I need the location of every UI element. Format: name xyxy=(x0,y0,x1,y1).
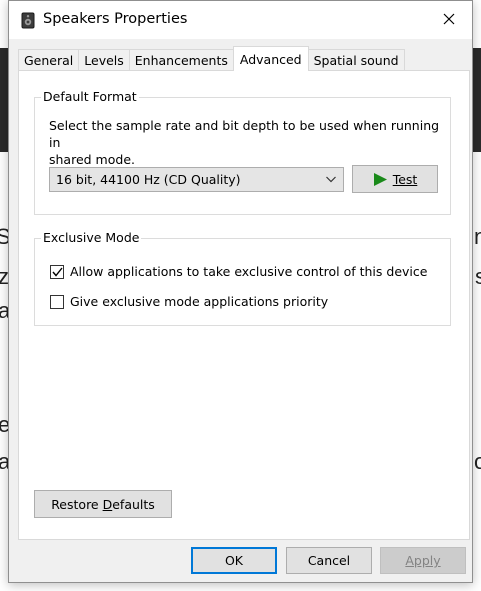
checkbox-label: Give exclusive mode applications priorit… xyxy=(70,294,329,309)
speaker-icon xyxy=(21,12,35,29)
default-format-description: Select the sample rate and bit depth to … xyxy=(49,117,450,168)
background-text-fragment: s xyxy=(475,264,481,289)
chevron-down-icon xyxy=(325,172,337,189)
tab-enhancements[interactable]: Enhancements xyxy=(128,49,234,71)
ok-button[interactable]: OK xyxy=(191,547,277,574)
advanced-tab-panel: Default Format Select the sample rate an… xyxy=(18,70,470,540)
default-format-group: Default Format Select the sample rate an… xyxy=(34,89,451,215)
apply-button-label: Apply xyxy=(405,553,441,568)
allow-exclusive-control-checkbox[interactable]: Allow applications to take exclusive con… xyxy=(50,264,427,279)
cancel-button-label: Cancel xyxy=(307,553,351,568)
tab-general[interactable]: General xyxy=(18,49,80,71)
default-format-heading: Default Format xyxy=(41,89,139,104)
restore-defaults-button[interactable]: Restore Defaults xyxy=(34,490,172,518)
close-icon xyxy=(443,13,455,28)
ok-button-label: OK xyxy=(224,553,244,568)
description-line: Select the sample rate and bit depth to … xyxy=(49,118,440,150)
background-text-fragment: o xyxy=(474,449,481,474)
checkbox-label: Allow applications to take exclusive con… xyxy=(70,264,428,279)
restore-defaults-label-pre: Restore xyxy=(51,496,103,512)
cancel-button[interactable]: Cancel xyxy=(286,547,372,574)
test-button[interactable]: Test xyxy=(352,165,438,193)
checkbox-box[interactable] xyxy=(50,294,64,309)
window-title: Speakers Properties xyxy=(43,11,188,27)
exclusive-priority-checkbox[interactable]: Give exclusive mode applications priorit… xyxy=(50,294,328,309)
apply-button[interactable]: Apply xyxy=(380,547,466,574)
restore-defaults-label-accel: D xyxy=(102,496,113,512)
checkmark-icon xyxy=(51,267,63,277)
title-bar[interactable]: Speakers Properties xyxy=(9,1,472,39)
tab-advanced[interactable]: Advanced xyxy=(232,46,309,71)
background-dark-band-right xyxy=(472,48,481,152)
tab-levels[interactable]: Levels xyxy=(78,49,130,71)
play-icon xyxy=(373,172,388,187)
restore-defaults-label-post: efaults xyxy=(112,496,155,512)
sample-format-value: 16 bit, 44100 Hz (CD Quality) xyxy=(56,172,241,187)
close-button[interactable] xyxy=(426,1,472,39)
tab-spatial-sound[interactable]: Spatial sound xyxy=(307,49,405,71)
test-button-label: Test xyxy=(392,171,418,187)
background-text-fragment: nb xyxy=(474,224,481,249)
exclusive-mode-group: Exclusive Mode Allow applications to tak… xyxy=(34,230,451,326)
sample-format-select[interactable]: 16 bit, 44100 Hz (CD Quality) xyxy=(49,167,344,192)
speakers-properties-dialog: Speakers Properties General Levels Enhan… xyxy=(8,0,473,583)
checkbox-box[interactable] xyxy=(50,264,64,279)
exclusive-mode-heading: Exclusive Mode xyxy=(41,230,142,245)
tab-strip: General Levels Enhancements Advanced Spa… xyxy=(18,46,405,71)
